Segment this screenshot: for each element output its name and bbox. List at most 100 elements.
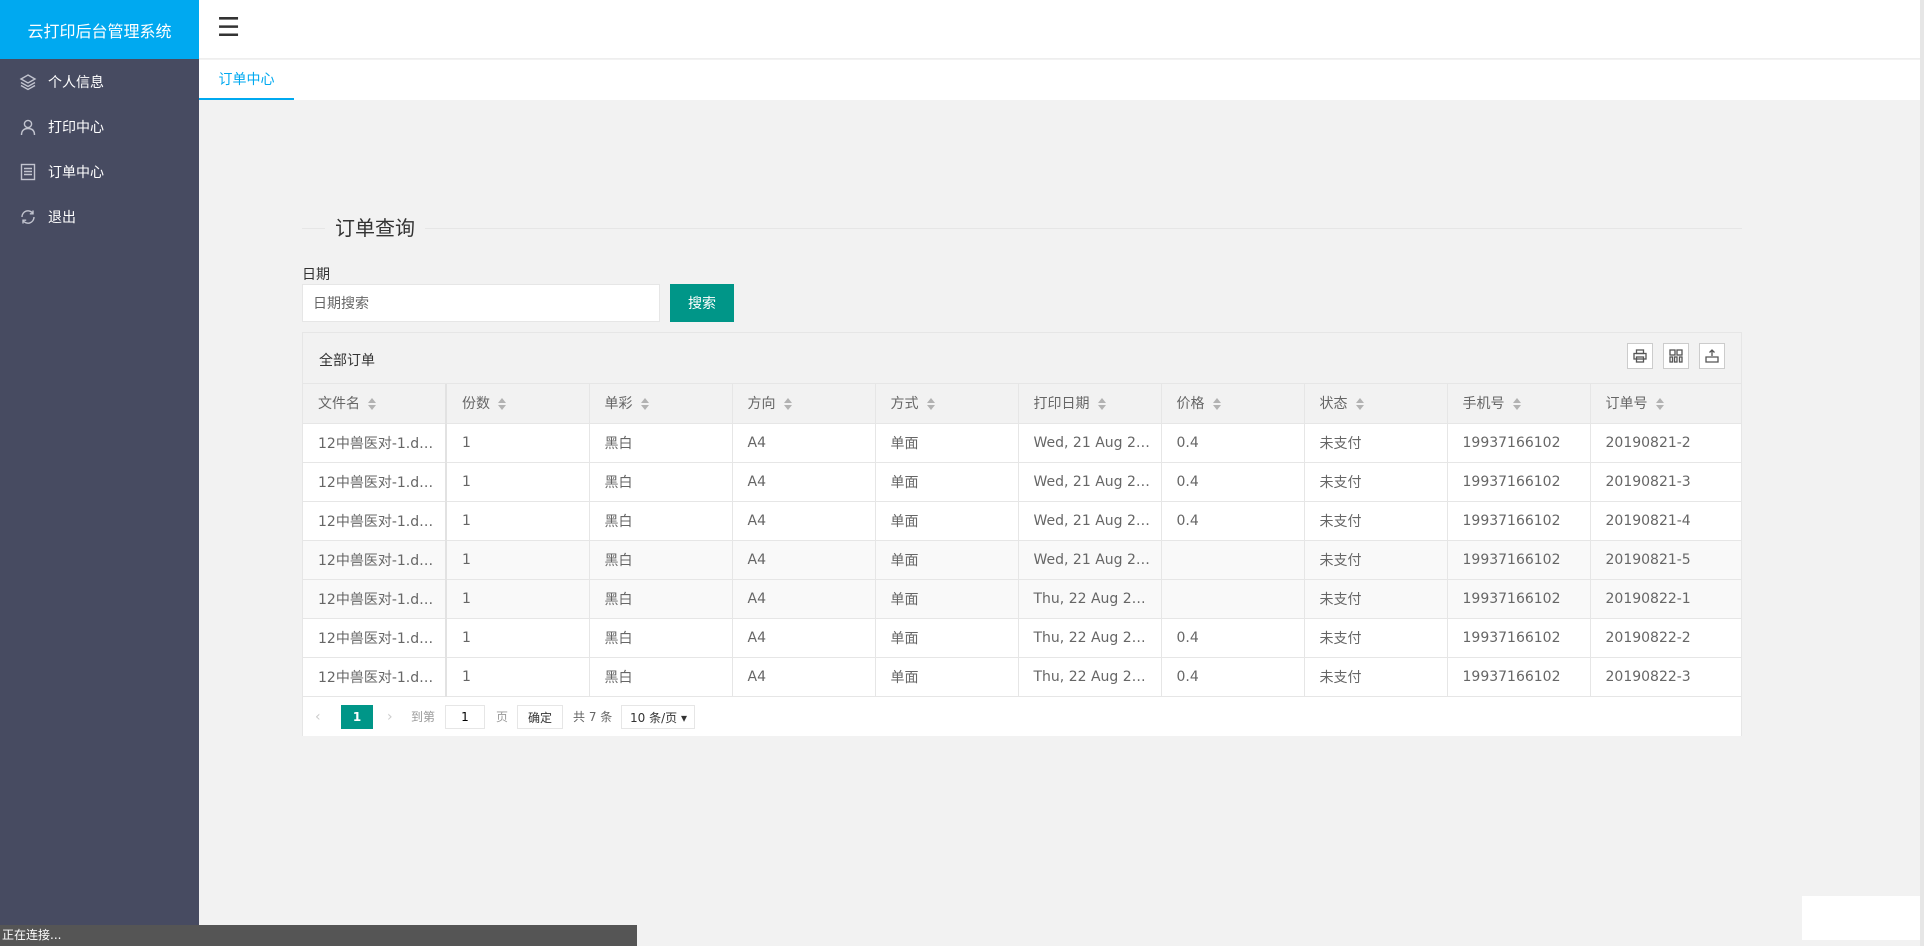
goto-page-input[interactable]	[445, 704, 485, 729]
table-cell: 未支付	[1304, 462, 1448, 502]
sort-icon[interactable]	[640, 398, 649, 411]
column-header-order-no[interactable]: 订单号	[1590, 384, 1741, 424]
table-cell: 12中兽医对-1.doc	[303, 540, 447, 580]
column-header-orientation[interactable]: 方向	[732, 384, 876, 424]
table-cell: 黑白	[589, 657, 733, 697]
page-unit-label: 页	[496, 709, 509, 724]
sidebar-item-print-center[interactable]: 打印中心	[0, 104, 199, 149]
table-cell: Wed, 21 Aug 2019	[1018, 501, 1162, 541]
table-cell: 1	[446, 501, 590, 541]
table-cell: Thu, 22 Aug 2019	[1018, 618, 1162, 658]
top-header: ☰	[199, 0, 1920, 59]
table-header-row: 文件名 份数 单彩 方向 方式 打印日期 价格 状态 手机号 订单号	[303, 384, 1741, 424]
search-button[interactable]: 搜索	[670, 284, 734, 322]
table-cell: 黑白	[589, 423, 733, 463]
table-cell	[1161, 540, 1305, 580]
sort-icon[interactable]	[1355, 398, 1364, 411]
refresh-icon	[19, 208, 37, 226]
sort-icon[interactable]	[1212, 398, 1221, 411]
export-button[interactable]	[1699, 343, 1725, 369]
table-cell: 未支付	[1304, 423, 1448, 463]
sort-icon[interactable]	[783, 398, 792, 411]
document-icon	[19, 163, 37, 181]
date-search-input[interactable]	[302, 284, 660, 322]
table-row[interactable]: 12中兽医对-1.doc 1 黑白 A4 单面 Wed, 21 Aug 2019 0.4 未支…	[303, 462, 1741, 502]
table-cell: A4	[732, 462, 876, 502]
table-row[interactable]: 12中兽医对-1.doc 1 黑白 A4 单面 Thu, 22 Aug 2019 未支付 19…	[303, 579, 1741, 619]
column-header-print-date[interactable]: 打印日期	[1018, 384, 1162, 424]
column-header-price[interactable]: 价格	[1161, 384, 1305, 424]
chevron-down-icon: ▾	[680, 710, 687, 725]
column-header-color[interactable]: 单彩	[589, 384, 733, 424]
columns-filter-button[interactable]	[1663, 343, 1689, 369]
table-cell: 1	[446, 423, 590, 463]
table-cell: 黑白	[589, 618, 733, 658]
table-cell: 1	[446, 618, 590, 658]
table-cell: 单面	[875, 501, 1019, 541]
date-label: 日期	[302, 267, 330, 283]
column-header-status[interactable]: 状态	[1304, 384, 1448, 424]
table-cell: 19937166102	[1447, 657, 1591, 697]
table-row[interactable]: 12中兽医对-1.doc 1 黑白 A4 单面 Thu, 22 Aug 2019 0.4 未支…	[303, 618, 1741, 658]
table-cell: 0.4	[1161, 462, 1305, 502]
table-cell: A4	[732, 579, 876, 619]
table-cell: 未支付	[1304, 579, 1448, 619]
column-header-filename[interactable]: 文件名	[303, 384, 447, 424]
user-icon	[19, 118, 37, 136]
columns-icon	[1669, 349, 1683, 363]
tab-order-center[interactable]: 订单中心	[199, 60, 294, 100]
pagination: ‹ 1 › 到第 页 确定 共 7 条 10 条/页 ▾	[303, 696, 1741, 736]
table-cell: Thu, 22 Aug 2019	[1018, 579, 1162, 619]
page-scrollbar[interactable]	[1920, 0, 1924, 946]
sort-icon[interactable]	[498, 398, 506, 411]
menu-toggle-icon[interactable]: ☰	[217, 14, 240, 42]
table-cell: 1	[446, 462, 590, 502]
section-title: 订单查询	[325, 215, 425, 241]
table-cell: 单面	[875, 423, 1019, 463]
table-cell: 黑白	[589, 579, 733, 619]
table-cell: 12中兽医对-1.doc	[303, 618, 447, 658]
total-count: 共 7 条	[573, 709, 613, 724]
table-cell: A4	[732, 657, 876, 697]
table-title: 全部订单	[319, 353, 375, 369]
app-logo[interactable]: 云打印后台管理系统	[0, 0, 199, 59]
next-page-button[interactable]: ›	[387, 705, 393, 729]
table-cell: 12中兽医对-1.doc	[303, 462, 447, 502]
column-header-mode[interactable]: 方式	[875, 384, 1019, 424]
page-size-select[interactable]: 10 条/页 ▾	[621, 704, 695, 729]
sidebar-item-label: 打印中心	[48, 119, 104, 136]
sidebar-item-profile[interactable]: 个人信息	[0, 59, 199, 104]
table-row[interactable]: 12中兽医对-1.doc 1 黑白 A4 单面 Wed, 21 Aug 2019 0.4 未支…	[303, 501, 1741, 541]
print-button[interactable]	[1627, 343, 1653, 369]
current-page-button[interactable]: 1	[341, 704, 373, 729]
table-row[interactable]: 12中兽医对-1.doc 1 黑白 A4 单面 Wed, 21 Aug 2019 0.4 未支…	[303, 423, 1741, 463]
table-cell: A4	[732, 501, 876, 541]
table-cell: 单面	[875, 540, 1019, 580]
sort-icon[interactable]	[1097, 398, 1106, 411]
table-cell: 12中兽医对-1.doc	[303, 501, 447, 541]
sidebar-item-order-center[interactable]: 订单中心	[0, 149, 199, 194]
table-row[interactable]: 12中兽医对-1.doc 1 黑白 A4 单面 Thu, 22 Aug 2019 0.4 未支…	[303, 657, 1741, 697]
sort-icon[interactable]	[926, 398, 935, 411]
table-cell: 1	[446, 579, 590, 619]
sort-icon[interactable]	[1512, 398, 1521, 411]
sort-icon[interactable]	[1655, 398, 1664, 411]
layers-icon	[19, 73, 37, 91]
table-cell: 1	[446, 657, 590, 697]
table-cell: 单面	[875, 462, 1019, 502]
sidebar: 云打印后台管理系统 个人信息 打印中心 订单中心 退出	[0, 0, 199, 946]
column-header-copies[interactable]: 份数	[446, 384, 590, 424]
table-cell: 20190822-1	[1590, 579, 1741, 619]
column-header-phone[interactable]: 手机号	[1447, 384, 1591, 424]
goto-confirm-button[interactable]: 确定	[517, 704, 563, 729]
sidebar-item-logout[interactable]: 退出	[0, 194, 199, 239]
table-cell: Wed, 21 Aug 2019	[1018, 423, 1162, 463]
table-cell: 0.4	[1161, 423, 1305, 463]
table-cell: 20190822-2	[1590, 618, 1741, 658]
prev-page-button[interactable]: ‹	[315, 705, 321, 729]
table-cell: 20190822-3	[1590, 657, 1741, 697]
sort-icon[interactable]	[368, 398, 376, 411]
table-cell: 20190821-5	[1590, 540, 1741, 580]
table-row[interactable]: 12中兽医对-1.doc 1 黑白 A4 单面 Wed, 21 Aug 2019 未支付 19…	[303, 540, 1741, 580]
table-cell: 1	[446, 540, 590, 580]
